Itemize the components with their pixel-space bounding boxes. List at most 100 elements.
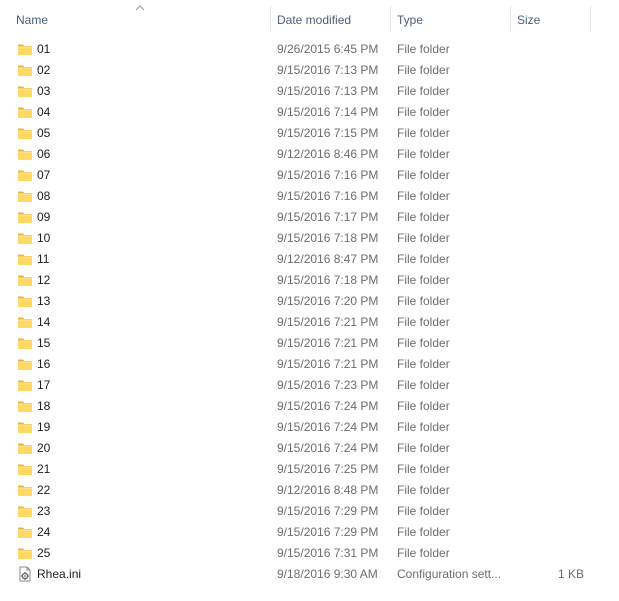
file-size <box>511 123 584 144</box>
file-date-modified: 9/15/2016 7:25 PM <box>277 462 379 476</box>
file-size <box>511 543 584 564</box>
config-file-icon <box>17 566 33 582</box>
file-row[interactable]: 06 9/12/2016 8:46 PM File folder <box>0 144 619 165</box>
file-date-modified: 9/12/2016 8:46 PM <box>277 147 379 161</box>
file-row[interactable]: 07 9/15/2016 7:16 PM File folder <box>0 165 619 186</box>
file-size <box>511 375 584 396</box>
file-type: File folder <box>397 441 450 455</box>
file-date-modified: 9/15/2016 7:16 PM <box>277 168 379 182</box>
file-date-modified: 9/15/2016 7:31 PM <box>277 546 379 560</box>
file-date-modified: 9/15/2016 7:29 PM <box>277 504 379 518</box>
file-row[interactable]: 20 9/15/2016 7:24 PM File folder <box>0 438 619 459</box>
file-type: File folder <box>397 189 450 203</box>
folder-icon <box>17 293 33 309</box>
file-size <box>511 102 584 123</box>
file-row[interactable]: 16 9/15/2016 7:21 PM File folder <box>0 354 619 375</box>
column-header-date-modified[interactable]: Date modified <box>271 0 390 36</box>
file-row[interactable]: 04 9/15/2016 7:14 PM File folder <box>0 102 619 123</box>
file-row[interactable]: 08 9/15/2016 7:16 PM File folder <box>0 186 619 207</box>
file-date-modified: 9/15/2016 7:21 PM <box>277 336 379 350</box>
file-size <box>511 249 584 270</box>
folder-icon <box>17 377 33 393</box>
file-name: 23 <box>37 504 51 518</box>
file-row[interactable]: 03 9/15/2016 7:13 PM File folder <box>0 81 619 102</box>
column-divider[interactable] <box>590 6 591 32</box>
file-row[interactable]: 24 9/15/2016 7:29 PM File folder <box>0 522 619 543</box>
sort-up-chevron-icon[interactable] <box>135 4 145 12</box>
file-row[interactable]: 02 9/15/2016 7:13 PM File folder <box>0 60 619 81</box>
file-name: 07 <box>37 168 51 182</box>
file-type: File folder <box>397 252 450 266</box>
file-name: 01 <box>37 42 51 56</box>
file-row[interactable]: 13 9/15/2016 7:20 PM File folder <box>0 291 619 312</box>
file-row[interactable]: 05 9/15/2016 7:15 PM File folder <box>0 123 619 144</box>
file-date-modified: 9/15/2016 7:24 PM <box>277 441 379 455</box>
column-header-size[interactable]: Size <box>511 0 591 36</box>
file-row[interactable]: 11 9/12/2016 8:47 PM File folder <box>0 249 619 270</box>
folder-icon <box>17 230 33 246</box>
folder-icon <box>17 125 33 141</box>
folder-icon <box>17 461 33 477</box>
file-type: File folder <box>397 210 450 224</box>
file-date-modified: 9/15/2016 7:16 PM <box>277 189 379 203</box>
file-type: File folder <box>397 399 450 413</box>
file-name: 17 <box>37 378 51 392</box>
file-type: File folder <box>397 336 450 350</box>
file-type: File folder <box>397 378 450 392</box>
file-row[interactable]: 12 9/15/2016 7:18 PM File folder <box>0 270 619 291</box>
folder-icon <box>17 104 33 120</box>
file-size <box>511 312 584 333</box>
folder-icon <box>17 503 33 519</box>
file-date-modified: 9/15/2016 7:15 PM <box>277 126 379 140</box>
file-size <box>511 60 584 81</box>
file-type: File folder <box>397 294 450 308</box>
file-size <box>511 270 584 291</box>
file-date-modified: 9/12/2016 8:47 PM <box>277 252 379 266</box>
file-name: 22 <box>37 483 51 497</box>
file-name: 10 <box>37 231 51 245</box>
folder-icon <box>17 62 33 78</box>
file-name: 08 <box>37 189 51 203</box>
file-type: File folder <box>397 147 450 161</box>
file-size <box>511 501 584 522</box>
folder-icon <box>17 314 33 330</box>
file-size <box>511 522 584 543</box>
file-row[interactable]: Rhea.ini 9/18/2016 9:30 AM Configuration s… <box>0 564 619 585</box>
file-row[interactable]: 22 9/12/2016 8:48 PM File folder <box>0 480 619 501</box>
file-row[interactable]: 18 9/15/2016 7:24 PM File folder <box>0 396 619 417</box>
file-row[interactable]: 23 9/15/2016 7:29 PM File folder <box>0 501 619 522</box>
file-date-modified: 9/15/2016 7:24 PM <box>277 399 379 413</box>
folder-icon <box>17 356 33 372</box>
file-row[interactable]: 19 9/15/2016 7:24 PM File folder <box>0 417 619 438</box>
file-row[interactable]: 10 9/15/2016 7:18 PM File folder <box>0 228 619 249</box>
column-header-bar: Name Date modified Type Size <box>0 0 619 36</box>
file-name: 12 <box>37 273 51 287</box>
folder-icon <box>17 419 33 435</box>
file-size <box>511 333 584 354</box>
file-date-modified: 9/26/2015 6:45 PM <box>277 42 379 56</box>
file-row[interactable]: 01 9/26/2015 6:45 PM File folder <box>0 39 619 60</box>
file-name: 25 <box>37 546 51 560</box>
file-type: File folder <box>397 546 450 560</box>
file-date-modified: 9/15/2016 7:17 PM <box>277 210 379 224</box>
file-date-modified: 9/15/2016 7:14 PM <box>277 105 379 119</box>
file-name: 24 <box>37 525 51 539</box>
folder-icon <box>17 251 33 267</box>
file-row[interactable]: 17 9/15/2016 7:23 PM File folder <box>0 375 619 396</box>
file-type: File folder <box>397 126 450 140</box>
file-name: 21 <box>37 462 51 476</box>
file-row[interactable]: 21 9/15/2016 7:25 PM File folder <box>0 459 619 480</box>
file-type: File folder <box>397 168 450 182</box>
file-date-modified: 9/12/2016 8:48 PM <box>277 483 379 497</box>
column-header-type[interactable]: Type <box>391 0 510 36</box>
file-size <box>511 144 584 165</box>
file-size <box>511 291 584 312</box>
file-row[interactable]: 14 9/15/2016 7:21 PM File folder <box>0 312 619 333</box>
file-row[interactable]: 15 9/15/2016 7:21 PM File folder <box>0 333 619 354</box>
file-row[interactable]: 09 9/15/2016 7:17 PM File folder <box>0 207 619 228</box>
file-name: 04 <box>37 105 51 119</box>
file-type: Configuration sett... <box>397 567 502 581</box>
file-date-modified: 9/15/2016 7:20 PM <box>277 294 379 308</box>
file-name: Rhea.ini <box>37 567 82 581</box>
file-row[interactable]: 25 9/15/2016 7:31 PM File folder <box>0 543 619 564</box>
